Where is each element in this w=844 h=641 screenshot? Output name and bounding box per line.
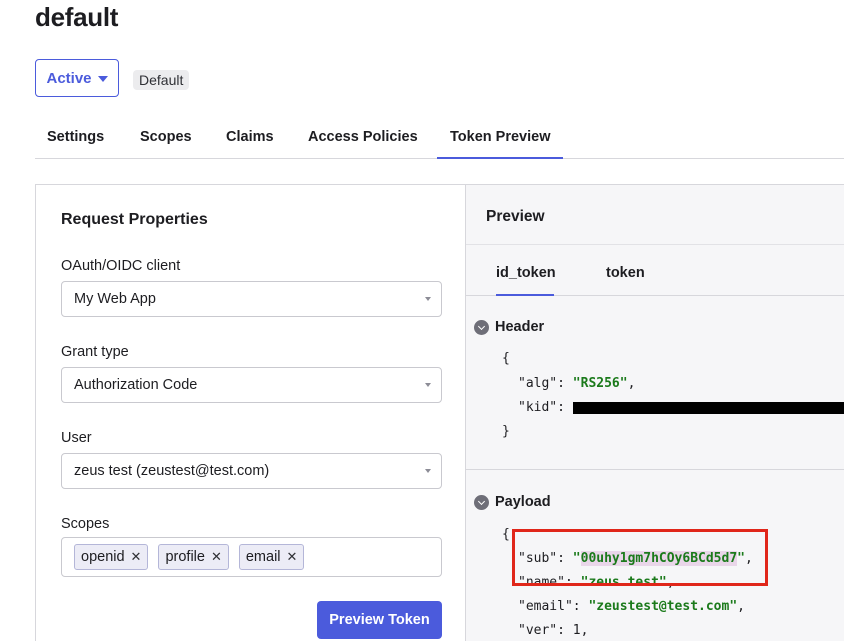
tab-token-preview[interactable]: Token Preview bbox=[437, 120, 564, 159]
select-arrow-icon bbox=[425, 469, 431, 473]
caret-down-icon bbox=[97, 76, 108, 82]
chevron-down-icon bbox=[474, 319, 489, 335]
email-key: "email": bbox=[518, 599, 589, 614]
tab-settings[interactable]: Settings bbox=[47, 120, 104, 159]
tab-id-token[interactable]: id_token bbox=[496, 265, 556, 296]
request-properties-title: Request Properties bbox=[61, 211, 208, 228]
user-value: zeus test (zeustest@test.com) bbox=[74, 463, 270, 479]
remove-icon[interactable]: ✕ bbox=[131, 549, 142, 565]
kid-key: "kid": bbox=[518, 400, 573, 415]
payload-email-line: "email": "zeustest@test.com", bbox=[518, 599, 745, 614]
header-open-brace: { bbox=[502, 351, 510, 366]
client-label: OAuth/OIDC client bbox=[61, 258, 181, 274]
preview-token-button[interactable]: Preview Token bbox=[317, 601, 442, 639]
user-select[interactable]: zeus test (zeustest@test.com) bbox=[61, 453, 442, 489]
redacted-kid-value bbox=[572, 401, 844, 414]
ver-key: "ver": bbox=[518, 623, 573, 638]
remove-icon[interactable]: ✕ bbox=[211, 549, 222, 565]
tab-scopes[interactable]: Scopes bbox=[140, 120, 192, 159]
scopes-input[interactable]: openid ✕ profile ✕ email ✕ bbox=[61, 537, 442, 577]
select-arrow-icon bbox=[425, 297, 431, 301]
page-title: default bbox=[35, 2, 119, 32]
client-value: My Web App bbox=[74, 291, 156, 307]
scope-chip-openid: openid ✕ bbox=[74, 544, 149, 570]
tab-bar: Settings Scopes Claims Access Policies T… bbox=[35, 120, 844, 159]
tab-token[interactable]: token bbox=[606, 265, 645, 296]
header-alg-line: "alg": "RS256", bbox=[518, 376, 636, 391]
status-dropdown-button[interactable]: Active bbox=[35, 59, 119, 97]
alg-key: "alg": bbox=[518, 376, 573, 391]
scope-chip-label: email bbox=[245, 549, 281, 565]
grant-type-select[interactable]: Authorization Code bbox=[61, 367, 442, 403]
select-arrow-icon bbox=[425, 383, 431, 387]
default-badge: Default bbox=[133, 70, 190, 90]
ver-value: 1 bbox=[572, 623, 581, 638]
payload-ver-line: "ver": 1, bbox=[518, 623, 589, 638]
preview-title: Preview bbox=[486, 208, 545, 225]
token-tabs: id_token token bbox=[466, 245, 844, 296]
grant-type-value: Authorization Code bbox=[74, 377, 198, 393]
header-section-title: Header bbox=[495, 319, 545, 335]
grant-type-label: Grant type bbox=[61, 344, 129, 360]
tab-claims[interactable]: Claims bbox=[226, 120, 274, 159]
preview-header: Preview bbox=[466, 185, 844, 245]
status-label: Active bbox=[46, 69, 92, 87]
remove-icon[interactable]: ✕ bbox=[287, 549, 298, 565]
client-select[interactable]: My Web App bbox=[61, 281, 442, 317]
request-properties-panel: Request Properties OAuth/OIDC client My … bbox=[35, 184, 466, 641]
scope-chip-profile: profile ✕ bbox=[158, 544, 229, 570]
scopes-label: Scopes bbox=[61, 516, 110, 532]
payload-section-title: Payload bbox=[495, 494, 551, 510]
tab-access-policies[interactable]: Access Policies bbox=[308, 120, 418, 159]
payload-section-toggle[interactable]: Payload bbox=[474, 494, 551, 510]
section-divider bbox=[466, 469, 844, 470]
chevron-down-icon bbox=[474, 494, 489, 510]
header-section-toggle[interactable]: Header bbox=[474, 319, 544, 335]
sub-highlight-annotation bbox=[512, 529, 768, 586]
header-close-brace: } bbox=[502, 424, 510, 439]
alg-value: "RS256" bbox=[572, 376, 628, 391]
scope-chip-label: openid bbox=[81, 549, 125, 565]
payload-open-brace: { bbox=[502, 527, 510, 542]
scope-chip-email: email ✕ bbox=[238, 544, 305, 570]
header-kid-line: "kid": bbox=[518, 400, 844, 415]
email-value: "zeustest@test.com" bbox=[588, 599, 738, 614]
preview-panel: Preview id_token token Header { "alg": "… bbox=[466, 184, 844, 641]
user-label: User bbox=[61, 430, 92, 446]
scope-chip-label: profile bbox=[165, 549, 205, 565]
